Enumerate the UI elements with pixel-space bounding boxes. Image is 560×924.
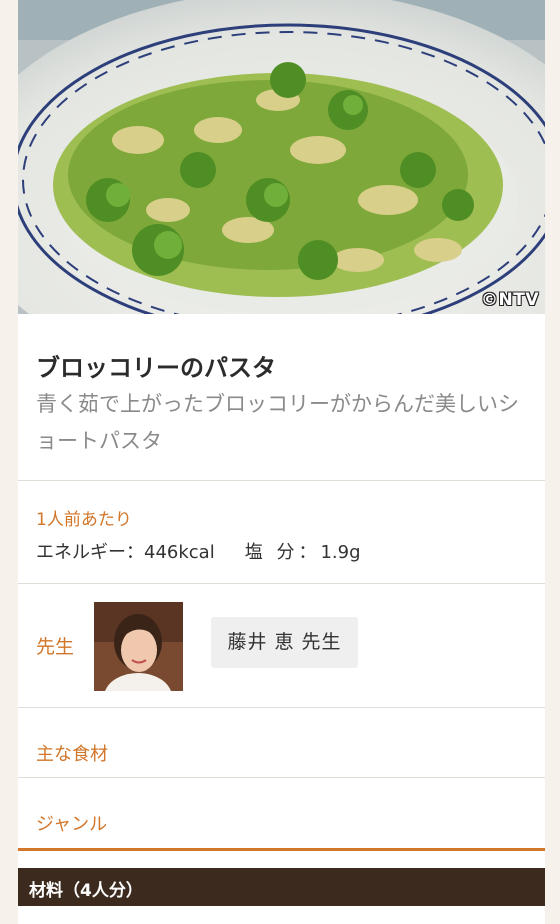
- nutrition-section: 1人前あたり エネルギー：446kcal 塩 分：1.9g: [18, 481, 545, 584]
- materials-title: 材料（4人分）: [29, 881, 143, 901]
- teacher-label: 先生: [36, 636, 75, 658]
- genre-label: ジャンル: [36, 814, 108, 835]
- recipe-photo: ©NTV: [18, 0, 545, 314]
- nutrition-values: エネルギー：446kcal 塩 分：1.9g: [36, 538, 361, 564]
- teacher-portrait-icon: [94, 602, 183, 691]
- teacher-avatar[interactable]: [94, 602, 183, 691]
- genre-row[interactable]: ジャンル: [18, 778, 545, 851]
- salt-label: 塩 分：: [244, 542, 321, 563]
- salt-value: 1.9g: [320, 542, 361, 563]
- copyright-watermark: ©NTV: [481, 290, 539, 310]
- title-section: ブロッコリーのパスタ 青く茹で上がったブロッコリーがからんだ美しいショートパスタ: [18, 314, 545, 481]
- recipe-description: 青く茹で上がったブロッコリーがからんだ美しいショートパスタ: [36, 392, 519, 453]
- recipe-title: ブロッコリーのパスタ: [36, 354, 276, 382]
- energy-label: エネルギー：: [36, 542, 144, 563]
- energy-value: 446kcal: [144, 542, 215, 563]
- main-ingredients-label: 主な食材: [36, 744, 108, 765]
- teacher-name-button[interactable]: 藤井 恵 先生: [211, 617, 358, 668]
- materials-header: 材料（4人分）: [18, 868, 545, 906]
- recipe-card: ©NTV ブロッコリーのパスタ 青く茹で上がったブロッコリーがからんだ美しいショ…: [18, 0, 545, 924]
- pasta-image: [18, 0, 545, 314]
- teacher-section: 先生 藤井 恵 先生: [18, 584, 545, 708]
- main-ingredients-row[interactable]: 主な食材: [18, 708, 545, 778]
- nutrition-heading: 1人前あたり: [36, 510, 132, 530]
